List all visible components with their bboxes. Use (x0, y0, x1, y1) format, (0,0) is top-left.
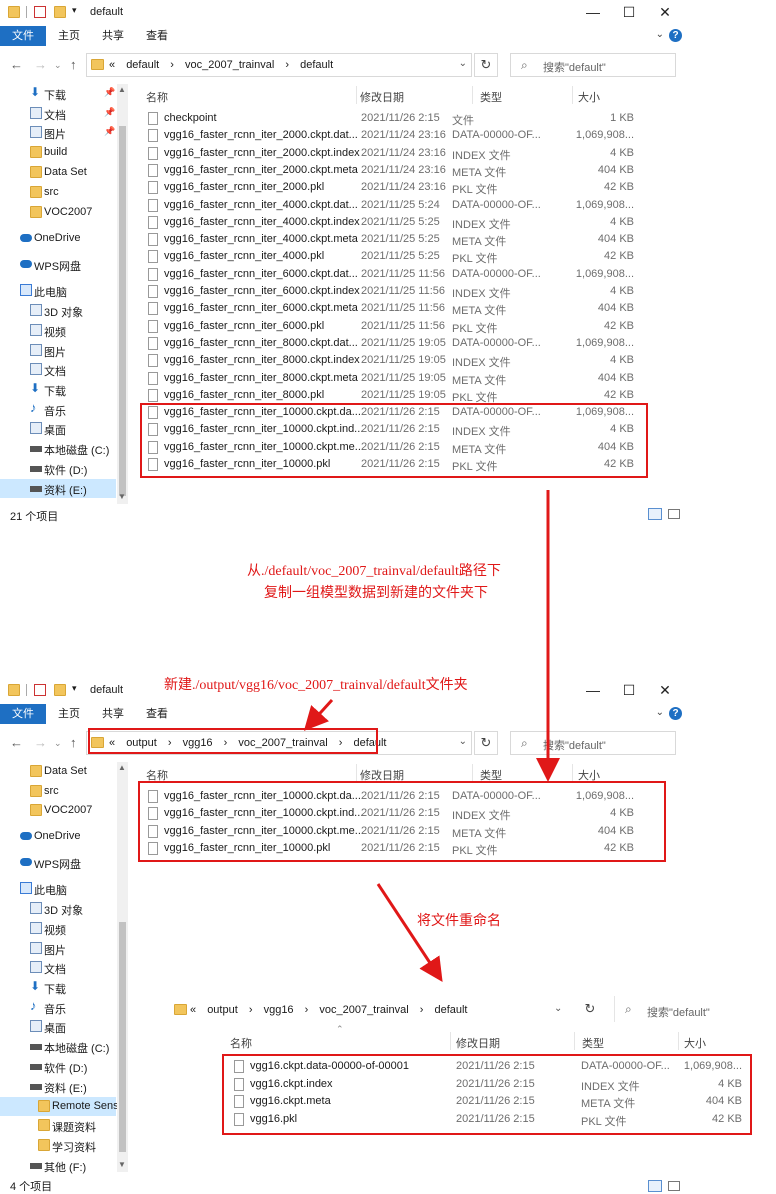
red-arrows (303, 490, 560, 983)
arrow-new-folder (303, 698, 334, 731)
arrow-rename (376, 883, 443, 983)
